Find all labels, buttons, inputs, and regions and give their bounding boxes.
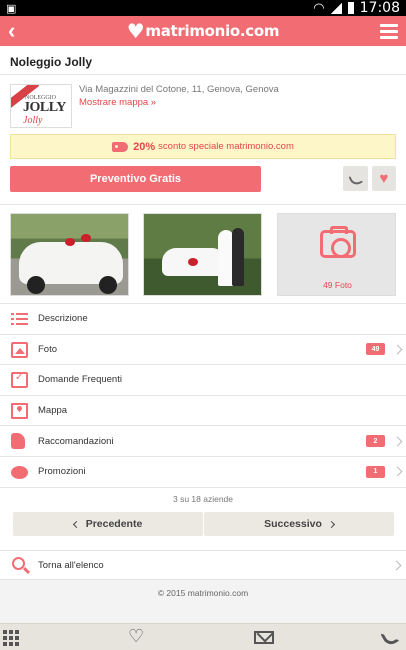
photo-count: 49 Foto	[323, 280, 352, 290]
signal-icon	[330, 2, 342, 14]
vendor-address: Via Magazzini del Cotone, 11, Genova, Ge…	[79, 84, 279, 95]
discount-percent: 20%	[133, 140, 156, 153]
menu-item-label: Promozioni	[38, 466, 86, 478]
next-button[interactable]: Successivo	[204, 512, 394, 536]
mail-icon[interactable]	[254, 631, 274, 644]
back-to-list-label: Torna all'elenco	[38, 560, 104, 571]
divider	[0, 74, 406, 75]
logo-text: matrimonio.com	[145, 22, 280, 40]
battery-icon	[347, 2, 354, 14]
percent-tag-icon	[11, 465, 28, 479]
menu-item-photos[interactable]: Foto 49	[0, 335, 406, 366]
gallery-photo-1[interactable]	[10, 213, 129, 296]
vendor-logo: NOLEGGIO JOLLY Jolly	[10, 84, 72, 128]
heart-icon: ♥	[379, 170, 389, 187]
chevron-right-icon	[327, 520, 335, 528]
menu-item-label: Raccomandazioni	[38, 435, 114, 447]
chevron-right-icon	[391, 560, 402, 571]
show-map-link[interactable]: Mostrare mappa »	[79, 97, 156, 108]
back-to-list-row[interactable]: Torna all'elenco	[0, 550, 406, 580]
call-button[interactable]	[343, 166, 368, 191]
count-badge: 1	[366, 465, 385, 478]
wifi-icon: ◠	[313, 0, 325, 15]
chevron-left-icon	[72, 520, 80, 528]
menu-item-map[interactable]: Mappa	[0, 396, 406, 427]
favorites-heart-icon[interactable]: ♡	[128, 627, 144, 645]
thumbs-up-icon	[11, 433, 25, 450]
bottom-nav-bar: ♡	[0, 623, 406, 650]
menu-item-label: Foto	[38, 343, 58, 355]
status-bar: ▣ ◠ 17:08	[0, 0, 406, 16]
gallery-photo-2[interactable]	[143, 213, 262, 296]
chevron-right-icon	[392, 436, 403, 447]
menu-item-label: Mappa	[38, 405, 68, 417]
checklist-icon	[11, 372, 28, 389]
pager-status: 3 su 18 aziende	[172, 494, 234, 504]
status-clock: 17:08	[359, 0, 400, 16]
menu-item-faq[interactable]: Domande Frequenti	[0, 365, 406, 396]
app-logo: ♥ matrimonio.com	[127, 19, 280, 43]
page-title: Noleggio Jolly	[10, 55, 93, 69]
back-arrow-icon[interactable]: ‹	[8, 20, 26, 42]
previous-button[interactable]: Precedente	[13, 512, 203, 536]
discount-text: sconto speciale matrimonio.com	[158, 141, 294, 152]
hamburger-menu-icon[interactable]	[380, 23, 398, 39]
discount-banner[interactable]: 20% sconto speciale matrimonio.com	[10, 134, 396, 159]
map-icon	[11, 402, 28, 419]
divider	[0, 204, 406, 205]
chevron-right-icon	[392, 344, 403, 355]
menu-item-promotions[interactable]: Promozioni 1	[0, 457, 406, 488]
favorite-button[interactable]: ♥	[372, 166, 396, 191]
menu-item-recommendations[interactable]: Raccomandazioni 2	[0, 426, 406, 457]
phone-icon	[347, 170, 364, 187]
count-badge: 2	[366, 435, 385, 448]
app-bar: ‹ ♥ matrimonio.com	[0, 16, 406, 46]
menu-item-label: Descrizione	[38, 313, 88, 325]
phone-icon[interactable]	[379, 626, 401, 648]
search-icon	[12, 557, 25, 570]
free-quote-button[interactable]: Preventivo Gratis	[10, 166, 261, 192]
all-photos-tile[interactable]: 49 Foto	[277, 213, 396, 296]
vendor-menu: Descrizione Foto 49 Domande Frequenti Ma…	[0, 303, 406, 488]
count-badge: 49	[366, 343, 385, 356]
grid-menu-icon[interactable]	[3, 630, 19, 646]
price-tag-icon	[112, 141, 129, 152]
photo-icon	[11, 341, 28, 358]
heart-logo-icon: ♥	[126, 19, 145, 43]
menu-item-label: Domande Frequenti	[38, 374, 122, 386]
menu-item-description[interactable]: Descrizione	[0, 304, 406, 335]
copyright-text: © 2015 matrimonio.com	[157, 588, 249, 598]
notification-icon: ▣	[6, 2, 17, 15]
camera-icon	[320, 226, 356, 258]
list-icon	[11, 311, 28, 327]
chevron-right-icon	[392, 466, 403, 477]
footer	[0, 580, 406, 623]
